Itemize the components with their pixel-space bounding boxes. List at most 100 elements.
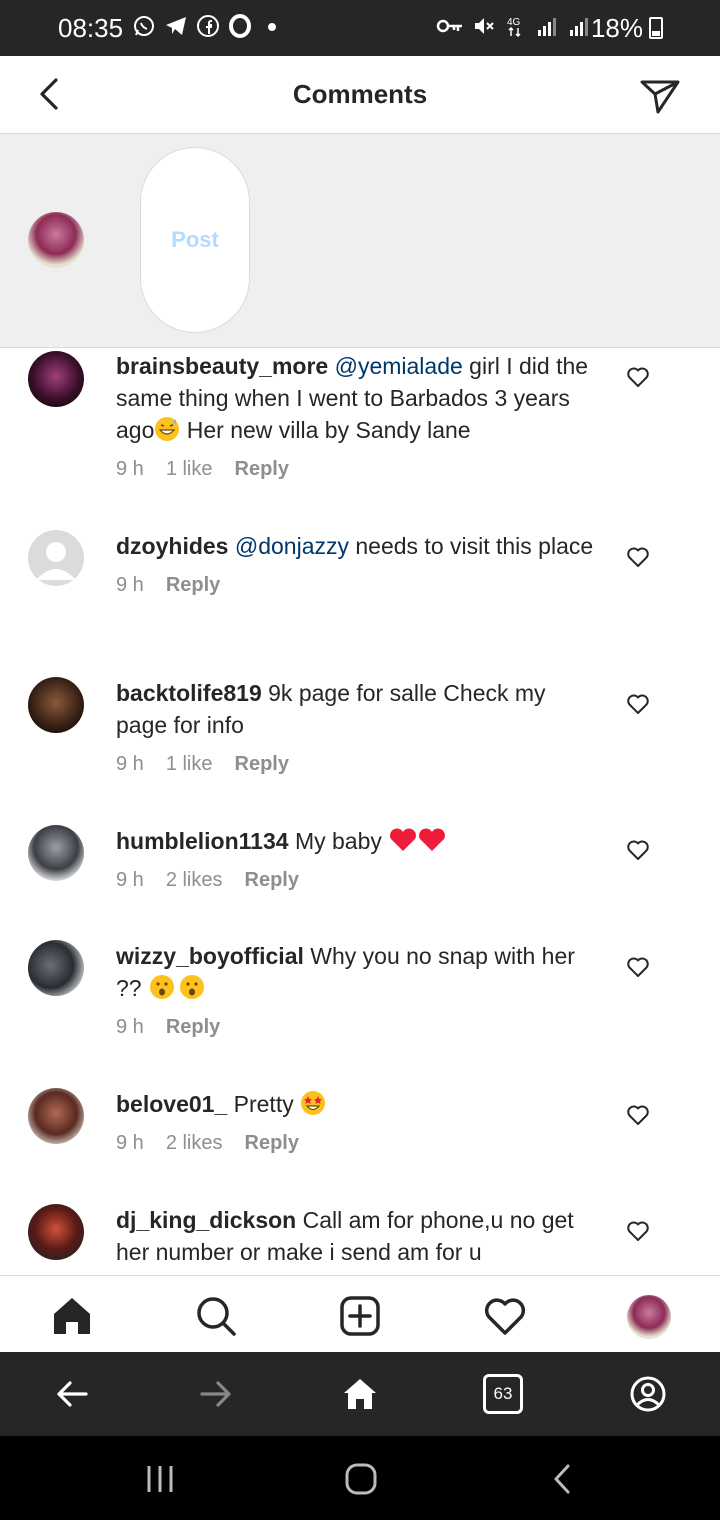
comment-time: 9 h	[116, 1132, 144, 1154]
comment-body: belove01_ Pretty 9 h 2 likes Reply	[116, 1088, 596, 1156]
home-icon[interactable]	[50, 1294, 94, 1338]
comment-text: Pretty	[227, 1091, 301, 1117]
comment-body: dzoyhides @donjazzy needs to visit this …	[116, 530, 596, 598]
comment-time: 9 h	[116, 574, 144, 596]
svg-text:4G: 4G	[507, 17, 521, 28]
profile-avatar[interactable]	[627, 1295, 671, 1339]
like-heart-icon[interactable]	[626, 1103, 650, 1127]
comment-text: needs to visit this place	[348, 533, 594, 559]
signal-icon-1	[538, 18, 556, 36]
comment-meta: 9 h Reply	[116, 1014, 596, 1040]
comment-body: dj_king_dickson Call am for phone,u no g…	[116, 1204, 596, 1268]
browser-home-icon[interactable]	[340, 1374, 380, 1414]
comment-likes[interactable]: 2 likes	[166, 867, 223, 893]
comments-list: brainsbeauty_more @yemialade girl I did …	[0, 348, 720, 1274]
reply-button[interactable]: Reply	[235, 751, 289, 777]
comment-username[interactable]: wizzy_boyofficial	[116, 943, 304, 969]
commenter-avatar[interactable]	[28, 825, 84, 881]
like-heart-icon[interactable]	[626, 545, 650, 569]
comment-meta: 9 h Reply	[116, 572, 596, 598]
like-heart-icon[interactable]	[626, 692, 650, 716]
red-hearts-emoji-icon	[390, 828, 446, 851]
hushed-faces-emoji-icon	[149, 975, 204, 999]
comment-mention[interactable]: @yemialade	[335, 353, 463, 379]
browser-toolbar: 63	[0, 1352, 720, 1436]
comment-text: My baby	[288, 828, 389, 854]
comment-username[interactable]: belove01_	[116, 1091, 227, 1117]
commenter-avatar[interactable]	[28, 940, 84, 996]
opera-icon	[229, 14, 251, 38]
system-navigation-bar	[0, 1436, 720, 1520]
browser-back-icon[interactable]	[52, 1374, 92, 1414]
browser-forward-icon	[200, 1381, 231, 1407]
grinning-sweat-emoji-icon	[155, 417, 180, 441]
signal-icon-2	[570, 18, 588, 36]
notification-icons	[132, 14, 284, 38]
like-heart-icon[interactable]	[626, 955, 650, 979]
commenter-avatar[interactable]	[28, 530, 84, 586]
like-heart-icon[interactable]	[626, 365, 650, 389]
battery-icon	[649, 17, 663, 39]
comments-header: Comments	[0, 56, 720, 134]
commenter-avatar[interactable]	[28, 677, 84, 733]
comment-username[interactable]: humblelion1134	[116, 828, 289, 854]
reply-button[interactable]: Reply	[166, 1014, 220, 1040]
comment-username[interactable]: dzoyhides	[116, 533, 228, 559]
system-back-icon[interactable]	[546, 1462, 580, 1496]
reply-button[interactable]: Reply	[245, 1130, 299, 1156]
like-heart-icon[interactable]	[626, 838, 650, 862]
default-avatar-icon	[36, 542, 76, 580]
reply-button[interactable]: Reply	[245, 867, 299, 893]
comment-likes[interactable]: 1 like	[166, 751, 213, 777]
activity-heart-icon[interactable]	[483, 1294, 527, 1338]
comment-meta: 9 h 1 like Reply	[116, 751, 596, 777]
page-title: Comments	[292, 79, 428, 109]
commenter-avatar[interactable]	[28, 1204, 84, 1260]
comment-body: backtolife819 9k page for salle Check my…	[116, 677, 596, 777]
reply-button[interactable]: Reply	[235, 456, 289, 482]
like-heart-icon[interactable]	[626, 1219, 650, 1243]
battery-percentage: 18%	[590, 13, 643, 43]
facebook-icon	[197, 15, 219, 37]
comment-mention[interactable]: @donjazzy	[235, 533, 349, 559]
whatsapp-icon	[134, 16, 154, 36]
bottom-navigation	[0, 1275, 720, 1351]
post-button[interactable]: Post	[171, 227, 219, 253]
comment-meta: 9 h 2 likes Reply	[116, 1130, 596, 1156]
comment-likes[interactable]: 1 like	[166, 456, 213, 482]
comment-time: 9 h	[116, 1016, 144, 1038]
direct-message-icon[interactable]	[638, 74, 682, 118]
comment-meta: 9 h 1 like Reply	[116, 456, 596, 482]
search-icon[interactable]	[194, 1294, 238, 1338]
comment-time: 9 h	[116, 753, 144, 775]
comment-compose-area: Post	[0, 134, 720, 348]
network-4g-icon: 4G	[507, 17, 521, 38]
commenter-avatar[interactable]	[28, 1088, 84, 1144]
comment-body: wizzy_boyofficial Why you no snap with h…	[116, 940, 596, 1040]
dot-icon	[268, 23, 276, 31]
star-struck-emoji-icon	[301, 1091, 326, 1115]
new-post-icon[interactable]	[338, 1294, 382, 1338]
comment-username[interactable]: dj_king_dickson	[116, 1207, 296, 1233]
recent-apps-icon[interactable]	[144, 1462, 178, 1496]
comment-text-continued: Her new villa by Sandy lane	[180, 417, 471, 443]
comment-username[interactable]: brainsbeauty_more	[116, 353, 328, 379]
vpn-key-icon	[436, 19, 462, 33]
status-time: 08:35	[58, 13, 124, 43]
comment-username[interactable]: backtolife819	[116, 680, 262, 706]
mute-icon	[475, 18, 494, 34]
status-bar: 08:35 4G 18%	[0, 0, 720, 56]
system-home-icon[interactable]	[344, 1462, 378, 1496]
comment-body: brainsbeauty_more @yemialade girl I did …	[116, 350, 596, 482]
comment-meta: 9 h 2 likes Reply	[116, 867, 596, 893]
comment-input-pill[interactable]: Post	[140, 147, 250, 333]
comment-time: 9 h	[116, 869, 144, 891]
comment-likes[interactable]: 2 likes	[166, 1130, 223, 1156]
current-user-avatar	[28, 212, 84, 268]
reply-button[interactable]: Reply	[166, 572, 220, 598]
telegram-icon	[166, 17, 186, 35]
browser-tabs-button[interactable]: 63	[483, 1374, 523, 1414]
commenter-avatar[interactable]	[28, 351, 84, 407]
comment-time: 9 h	[116, 458, 144, 480]
browser-account-icon[interactable]	[628, 1374, 668, 1414]
